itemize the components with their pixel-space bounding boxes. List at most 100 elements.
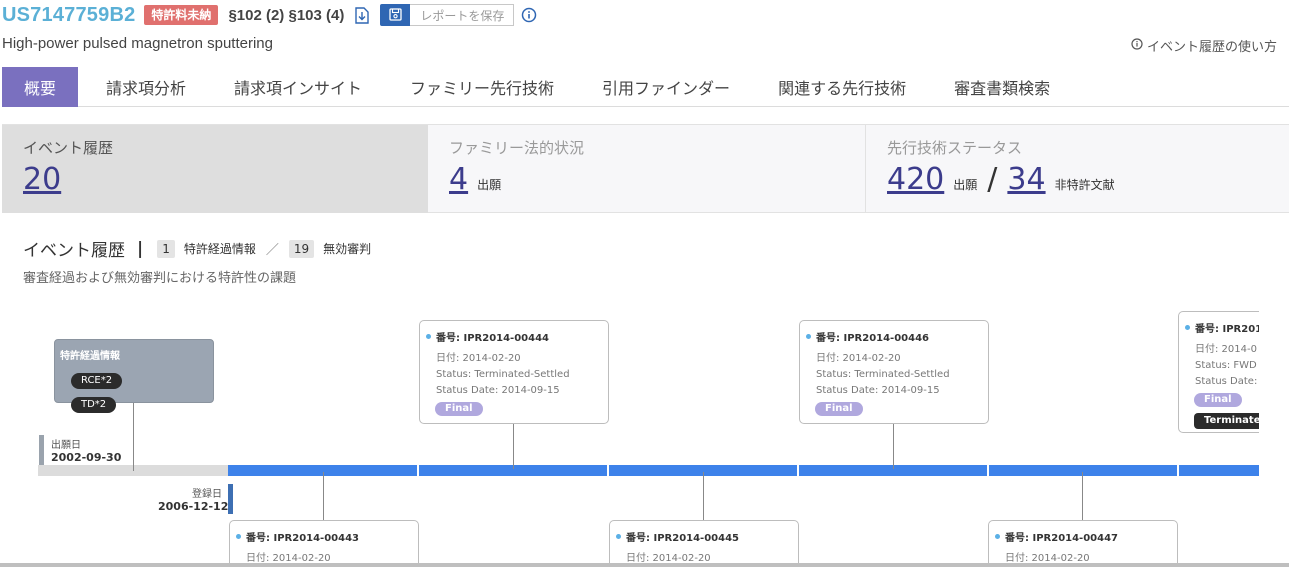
connector-line bbox=[133, 403, 134, 471]
patent-title: High-power pulsed magnetron sputtering bbox=[2, 35, 273, 52]
stat-unit: 非特許文献 bbox=[1054, 178, 1115, 192]
prior-art-apps-link[interactable]: 420 bbox=[887, 162, 944, 197]
tab-related-prior-art[interactable]: 関連する先行技術 bbox=[754, 67, 930, 107]
stat-label: 先行技術ステータス bbox=[887, 139, 1023, 157]
event-timeline: 特許経過情報 RCE*2 TD*2 出願日 2002-09-30 登録日 200… bbox=[0, 300, 1289, 567]
stat-unit: 出願 bbox=[953, 178, 978, 192]
fee-status-badge: 特許料未納 bbox=[144, 5, 219, 25]
bullet-dot bbox=[1185, 325, 1190, 330]
tab-file-history-search[interactable]: 審査書類検索 bbox=[930, 67, 1074, 107]
ipr-card[interactable]: 番号: IPR2014-00443 日付: 2014-02-20 bbox=[229, 520, 419, 567]
ipr-card-status: Status: Terminated-Settled bbox=[816, 369, 950, 380]
timeline-divider bbox=[1177, 465, 1179, 476]
tab-claim-insight[interactable]: 請求項インサイト bbox=[210, 67, 386, 107]
non-patent-link[interactable]: 34 bbox=[1007, 162, 1045, 197]
ipr-card[interactable]: 番号: IPR2014-00446 日付: 2014-02-20 Status:… bbox=[799, 320, 989, 424]
save-report-group: レポートを保存 bbox=[380, 4, 515, 26]
section-description: 審査経過および無効審判における特許性の課題 bbox=[23, 271, 297, 286]
section-heading: イベント履歴 | 1 特許経過情報 ／ 19 無効審判 bbox=[23, 236, 372, 262]
rce-pill: RCE*2 bbox=[71, 373, 123, 389]
download-icon[interactable] bbox=[354, 6, 370, 24]
ipr-card-date: 日付: 2014-02-20 bbox=[246, 553, 331, 564]
ipr-card-title: 番号: IPR2014-00445 bbox=[626, 533, 740, 544]
save-report-input[interactable]: レポートを保存 bbox=[410, 4, 515, 26]
grant-date-value: 2006-12-12 bbox=[158, 500, 229, 513]
bottom-scrollbar[interactable] bbox=[0, 563, 1289, 567]
bullet-dot bbox=[426, 334, 431, 339]
final-pill: Final bbox=[1194, 393, 1242, 407]
ipr-card-status-date: Status Date: 2014-09-15 bbox=[816, 385, 940, 396]
help-link-label: イベント履歴の使い方 bbox=[1146, 40, 1277, 55]
ipr-card[interactable]: 番号: IPR2014-00447 日付: 2014-02-20 bbox=[988, 520, 1178, 567]
save-button[interactable] bbox=[380, 4, 411, 26]
timeline-divider bbox=[797, 465, 799, 476]
filing-date-label: 出願日 bbox=[51, 440, 81, 451]
family-count-link[interactable]: 4 bbox=[449, 162, 468, 197]
stat-separator: / bbox=[987, 162, 998, 197]
rejection-sections[interactable]: §102 (2) §103 (4) bbox=[228, 7, 344, 24]
bullet-dot bbox=[236, 534, 241, 539]
info-circle-icon bbox=[1131, 37, 1143, 54]
ipr-card-date: 日付: 2014-02-20 bbox=[436, 353, 521, 364]
ipr-card[interactable]: 番号: IPR2014-00444 日付: 2014-02-20 Status:… bbox=[419, 320, 609, 424]
tab-family-prior-art[interactable]: ファミリー先行技術 bbox=[386, 67, 578, 107]
tab-citation-finder[interactable]: 引用ファインダー bbox=[578, 67, 754, 107]
header-row: US7147759B2 特許料未納 §102 (2) §103 (4) レポート… bbox=[2, 2, 537, 28]
event-count-link[interactable]: 20 bbox=[23, 162, 61, 197]
connector-line bbox=[893, 423, 894, 469]
prosecution-info-box[interactable]: 特許経過情報 RCE*2 TD*2 bbox=[54, 339, 214, 413]
post-grant-band bbox=[228, 465, 1259, 476]
tab-bar: 概要 請求項分析 請求項インサイト ファミリー先行技術 引用ファインダー 関連す… bbox=[2, 67, 1289, 107]
connector-line bbox=[323, 472, 324, 520]
prosecution-count-chip: 1 bbox=[157, 239, 175, 258]
stat-event-history[interactable]: イベント履歴 20 bbox=[2, 125, 428, 213]
label-separator: ／ bbox=[265, 243, 279, 258]
ipr-card-title: 番号: IPR2014-00443 bbox=[246, 533, 360, 544]
section-separator: | bbox=[137, 238, 144, 259]
stat-label: ファミリー法的状況 bbox=[449, 139, 585, 157]
ipr-card[interactable]: 番号: IPR2014-00445 日付: 2014-02-20 bbox=[609, 520, 799, 567]
section-title: イベント履歴 bbox=[23, 241, 125, 261]
ipr-card-title: 番号: IPR2014 bbox=[1195, 324, 1270, 335]
bullet-dot bbox=[806, 334, 811, 339]
ipr-card-date: 日付: 2014-02-20 bbox=[1005, 553, 1090, 564]
info-icon[interactable] bbox=[521, 7, 537, 23]
ipr-card-title: 番号: IPR2014-00444 bbox=[436, 333, 550, 344]
help-link[interactable]: イベント履歴の使い方 bbox=[1131, 36, 1277, 55]
trial-label: 無効審判 bbox=[323, 242, 372, 256]
grant-date-label: 登録日 bbox=[192, 489, 222, 500]
timeline-divider bbox=[987, 465, 989, 476]
ipr-card-date: 日付: 2014-02-20 bbox=[626, 553, 711, 564]
tab-overview[interactable]: 概要 bbox=[2, 67, 78, 107]
timeline-divider bbox=[607, 465, 609, 476]
connector-line bbox=[513, 423, 514, 469]
ipr-card-status: Status: Terminated-Settled bbox=[436, 369, 570, 380]
bullet-dot bbox=[995, 534, 1000, 539]
filing-date-value: 2002-09-30 bbox=[51, 451, 122, 464]
ipr-card-title: 番号: IPR2014-00447 bbox=[1005, 533, 1119, 544]
final-pill: Final bbox=[815, 402, 863, 416]
prosecution-label: 特許経過情報 bbox=[183, 242, 256, 256]
grant-date-marker bbox=[228, 484, 233, 514]
tab-claim-analysis[interactable]: 請求項分析 bbox=[78, 67, 210, 107]
stat-unit: 出願 bbox=[477, 178, 502, 192]
patent-number: US7147759B2 bbox=[2, 3, 136, 26]
ipr-card-date: 日付: 2014-02-20 bbox=[816, 353, 901, 364]
stats-panel: イベント履歴 20 ファミリー法的状況 4 出願 先行技術ステータス 420 出… bbox=[2, 124, 1289, 213]
filing-date-marker bbox=[39, 435, 44, 465]
stat-family-legal-status[interactable]: ファミリー法的状況 4 出願 bbox=[428, 125, 866, 213]
prosecution-box-title: 特許経過情報 bbox=[60, 351, 120, 362]
ipr-card-title: 番号: IPR2014-00446 bbox=[816, 333, 930, 344]
stat-label: イベント履歴 bbox=[23, 139, 114, 157]
connector-line bbox=[1082, 472, 1083, 520]
stat-prior-art-status[interactable]: 先行技術ステータス 420 出願 / 34 非特許文献 bbox=[866, 125, 1289, 213]
timeline-divider bbox=[417, 465, 419, 476]
ipr-card-status-date: Status Date: 2014-09-15 bbox=[436, 385, 560, 396]
save-icon bbox=[389, 6, 402, 25]
td-pill: TD*2 bbox=[71, 397, 117, 413]
bullet-dot bbox=[616, 534, 621, 539]
connector-line bbox=[703, 472, 704, 520]
final-pill: Final bbox=[435, 402, 483, 416]
trial-count-chip: 19 bbox=[288, 239, 315, 258]
timeline-clip bbox=[1259, 300, 1289, 567]
